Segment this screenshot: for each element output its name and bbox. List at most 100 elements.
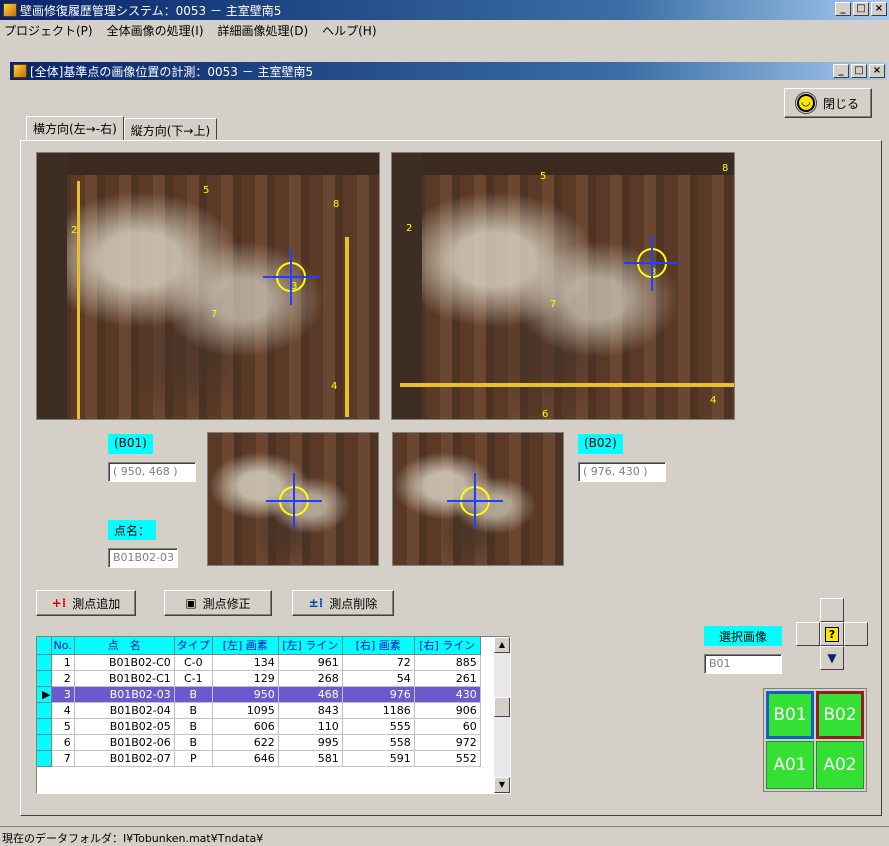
- menu-whole-image[interactable]: 全体画像の処理(I): [107, 22, 204, 39]
- delete-point-button[interactable]: ±⁞ 測点削除: [292, 590, 394, 616]
- header-no[interactable]: No.: [51, 637, 75, 655]
- header-point-name[interactable]: 点 名: [74, 637, 175, 655]
- child-maximize-button[interactable]: □: [851, 64, 867, 78]
- point-label: 4: [331, 381, 338, 392]
- header-right-pixel[interactable]: [右] 画素: [342, 637, 415, 655]
- table-scrollbar[interactable]: ▲ ▼: [494, 637, 510, 793]
- crosshair-icon: [266, 473, 322, 529]
- scroll-thumb[interactable]: [494, 697, 510, 717]
- nav-down-button[interactable]: ▼: [820, 646, 844, 670]
- nav-left-button[interactable]: [796, 622, 820, 646]
- table-row[interactable]: 1 B01B02-C0 C-0 134 961 72 885: [37, 654, 481, 671]
- cell-type: C-0: [174, 654, 213, 671]
- maximize-button[interactable]: □: [853, 2, 869, 16]
- cell-right-line: 261: [414, 670, 481, 687]
- scroll-down-icon[interactable]: ▼: [494, 777, 510, 793]
- table-row[interactable]: 7 B01B02-07 P 646 581 591 552: [37, 750, 481, 767]
- point-label: 7: [211, 309, 218, 320]
- row-indicator[interactable]: [37, 654, 52, 671]
- menubar: プロジェクト(P) 全体画像の処理(I) 詳細画像処理(D) ヘルプ(H): [0, 20, 889, 40]
- right-zoom-photo[interactable]: [392, 432, 564, 566]
- row-indicator[interactable]: [37, 750, 52, 767]
- tab-horizontal[interactable]: 横方向(左→-右): [26, 116, 124, 140]
- row-indicator[interactable]: [37, 718, 52, 735]
- image-button-b01[interactable]: B01: [766, 691, 814, 739]
- selected-image-field: B01: [704, 654, 782, 674]
- cell-no: 2: [51, 670, 75, 687]
- header-right-line[interactable]: [右] ライン: [414, 637, 481, 655]
- nav-right-button[interactable]: [844, 622, 868, 646]
- image-button-b02[interactable]: B02: [816, 691, 864, 739]
- header-left-line[interactable]: [左] ライン: [278, 637, 343, 655]
- right-wall-photo[interactable]: 5 8 2 3 7 4 6: [391, 152, 735, 420]
- crosshair-icon: [624, 235, 680, 291]
- image-button-a01[interactable]: A01: [766, 741, 814, 789]
- add-point-button[interactable]: +⁞ 測点追加: [36, 590, 136, 616]
- menu-help[interactable]: ヘルプ(H): [322, 22, 376, 39]
- cell-left-pixel: 950: [212, 686, 279, 703]
- left-coords-field: ( 950, 468 ): [108, 462, 196, 482]
- row-indicator[interactable]: [37, 734, 52, 751]
- child-minimize-button[interactable]: _: [833, 64, 849, 78]
- header-left-pixel[interactable]: [左] 画素: [212, 637, 279, 655]
- cell-left-pixel: 622: [212, 734, 279, 751]
- cell-left-pixel: 1095: [212, 702, 279, 719]
- minimize-button[interactable]: _: [835, 2, 851, 16]
- right-image-tag: (B02): [578, 434, 623, 454]
- right-coords-field: ( 976, 430 ): [578, 462, 666, 482]
- table-row[interactable]: 4 B01B02-04 B 1095 843 1186 906: [37, 702, 481, 719]
- cell-right-line: 885: [414, 654, 481, 671]
- edit-point-button[interactable]: ▣ 測点修正: [164, 590, 272, 616]
- app-title: 壁画修復履歴管理システム：0053 － 主室壁南5: [20, 3, 282, 18]
- app-icon: [3, 3, 17, 17]
- status-text: 現在のデータフォルダ：I¥Tobunken.mat¥Tndata¥: [2, 832, 264, 845]
- cell-type: B: [174, 718, 213, 735]
- tab-vertical[interactable]: 縦方向(下→上): [123, 118, 218, 140]
- crosshair-icon: [447, 473, 503, 529]
- cell-right-pixel: 555: [342, 718, 415, 735]
- point-label: 8: [333, 199, 340, 210]
- cell-left-line: 468: [278, 686, 343, 703]
- left-wall-photo[interactable]: 5 8 2 3 7 4: [36, 152, 380, 420]
- child-close-window-button[interactable]: ×: [869, 64, 885, 78]
- row-indicator[interactable]: [37, 670, 52, 687]
- cell-no: 3: [51, 686, 75, 703]
- row-indicator[interactable]: ▶: [37, 686, 52, 703]
- nav-up-button[interactable]: [820, 598, 844, 622]
- menu-project[interactable]: プロジェクト(P): [4, 22, 93, 39]
- cell-left-line: 268: [278, 670, 343, 687]
- point-label: 2: [71, 225, 78, 236]
- point-name-field[interactable]: B01B02-03: [108, 548, 178, 568]
- table-row[interactable]: ▶ 3 B01B02-03 B 950 468 976 430: [37, 686, 481, 703]
- cell-left-pixel: 129: [212, 670, 279, 687]
- table-row[interactable]: 6 B01B02-06 B 622 995 558 972: [37, 734, 481, 751]
- help-icon: ?: [824, 626, 840, 642]
- cell-no: 6: [51, 734, 75, 751]
- left-zoom-photo[interactable]: [207, 432, 379, 566]
- cell-point-name: B01B02-05: [74, 718, 175, 735]
- cell-right-line: 430: [414, 686, 481, 703]
- point-label: 5: [203, 185, 210, 196]
- row-indicator[interactable]: [37, 702, 52, 719]
- child-icon: [13, 64, 27, 78]
- close-button[interactable]: 閉じる: [784, 88, 872, 118]
- close-window-button[interactable]: ×: [871, 2, 887, 16]
- table-row[interactable]: 5 B01B02-05 B 606 110 555 60: [37, 718, 481, 735]
- left-image-tag: (B01): [108, 434, 153, 454]
- cell-type: B: [174, 702, 213, 719]
- table-row[interactable]: 2 B01B02-C1 C-1 129 268 54 261: [37, 670, 481, 687]
- smiley-icon: [794, 92, 817, 114]
- cell-right-pixel: 1186: [342, 702, 415, 719]
- scroll-up-icon[interactable]: ▲: [494, 637, 510, 653]
- photo-frame: [392, 153, 734, 175]
- child-title: [全体]基準点の画像位置の計測：0053 － 主室壁南5: [30, 64, 314, 79]
- photo-frame: [392, 153, 422, 419]
- image-button-a02[interactable]: A02: [816, 741, 864, 789]
- delete-point-label: 測点削除: [329, 596, 378, 611]
- close-label: 閉じる: [822, 96, 859, 111]
- menu-detail-image[interactable]: 詳細画像処理(D): [218, 22, 309, 39]
- selected-image-label: 選択画像: [704, 626, 782, 646]
- header-type[interactable]: タイプ: [174, 637, 213, 655]
- row-indicator-header: [37, 637, 52, 655]
- help-button[interactable]: ?: [820, 622, 844, 646]
